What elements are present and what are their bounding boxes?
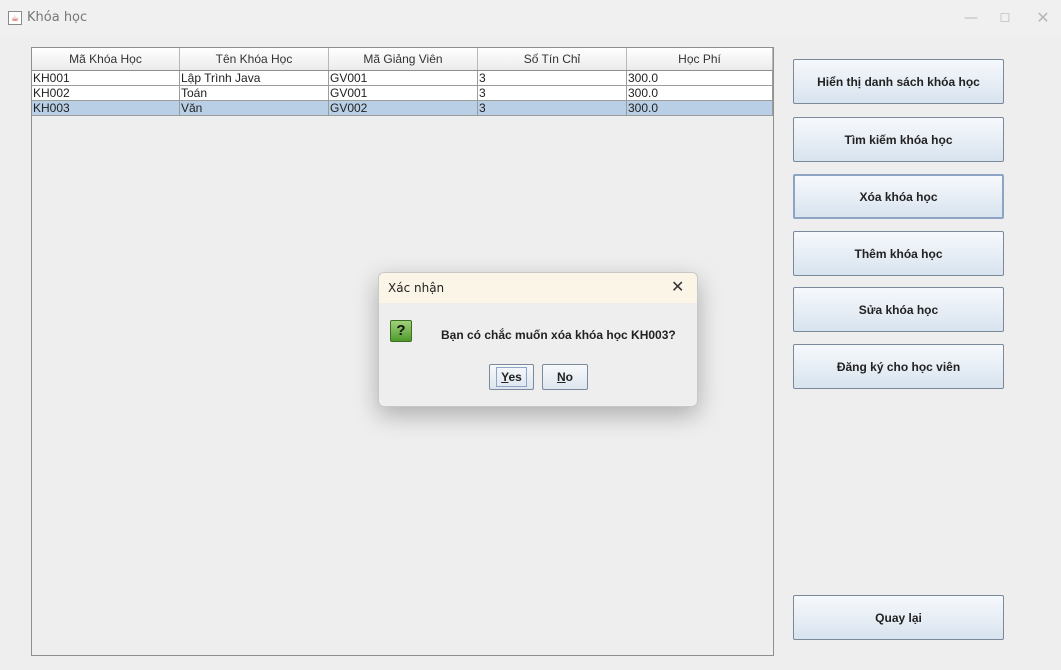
maximize-button[interactable]: ☐ (990, 6, 1020, 30)
table-row[interactable]: KH001 Lập Trình Java GV001 3 300.0 (32, 71, 773, 86)
column-header-fee[interactable]: Học Phí (627, 48, 773, 70)
yes-button-label: Yes (496, 367, 527, 387)
table-cell: 300.0 (627, 71, 773, 86)
back-button[interactable]: Quay lại (793, 595, 1004, 640)
column-header-credits[interactable]: Số Tín Chỉ (478, 48, 627, 70)
edit-course-button[interactable]: Sửa khóa học (793, 287, 1004, 332)
table-cell: Lập Trình Java (180, 71, 329, 86)
table-cell: 3 (478, 101, 627, 116)
table-row[interactable]: KH002 Toán GV001 3 300.0 (32, 86, 773, 101)
minimize-button[interactable]: — (956, 6, 986, 30)
dialog-close-icon[interactable]: ✕ (671, 277, 684, 296)
table-cell: 3 (478, 86, 627, 101)
table-cell: Văn (180, 101, 329, 116)
table-body: KH001 Lập Trình Java GV001 3 300.0 KH002… (32, 71, 773, 116)
java-app-icon: ☕ (8, 11, 22, 25)
table-header: Mã Khóa Học Tên Khóa Học Mã Giảng Viên S… (32, 48, 773, 71)
table-cell: Toán (180, 86, 329, 101)
yes-button[interactable]: Yes (489, 364, 534, 390)
question-icon: ? (390, 320, 412, 342)
main-window: ☕ Khóa học — ☐ ✕ Mã Khóa Học Tên Khóa Họ… (0, 0, 1061, 670)
column-header-course-name[interactable]: Tên Khóa Học (180, 48, 329, 70)
no-mnemonic: N (556, 370, 566, 384)
yes-label-rest: es (508, 370, 522, 384)
table-cell: KH003 (32, 101, 180, 116)
table-row-selected[interactable]: KH003 Văn GV002 3 300.0 (32, 101, 773, 116)
column-header-lecturer-id[interactable]: Mã Giảng Viên (329, 48, 478, 70)
table-cell: KH001 (32, 71, 180, 86)
delete-course-button[interactable]: Xóa khóa học (793, 174, 1004, 219)
column-header-course-id[interactable]: Mã Khóa Học (32, 48, 180, 70)
window-title: Khóa học (27, 10, 88, 25)
title-bar: ☕ Khóa học — ☐ ✕ (0, 0, 1061, 36)
add-course-button[interactable]: Thêm khóa học (793, 231, 1004, 276)
show-course-list-button[interactable]: Hiển thị danh sách khóa học (793, 59, 1004, 104)
table-cell: GV001 (329, 71, 478, 86)
table-cell: 300.0 (627, 86, 773, 101)
dialog-message: Bạn có chắc muốn xóa khóa học KH003? (441, 328, 676, 342)
table-cell: KH002 (32, 86, 180, 101)
confirm-dialog: Xác nhận ✕ ? Bạn có chắc muốn xóa khóa h… (378, 272, 698, 407)
dialog-title: Xác nhận (388, 281, 445, 295)
no-button[interactable]: No (542, 364, 588, 390)
no-label-rest: o (565, 370, 573, 384)
search-course-button[interactable]: Tìm kiếm khóa học (793, 117, 1004, 162)
close-button[interactable]: ✕ (1028, 6, 1058, 30)
register-student-button[interactable]: Đăng ký cho học viên (793, 344, 1004, 389)
table-cell: GV001 (329, 86, 478, 101)
table-cell: 3 (478, 71, 627, 86)
table-cell: 300.0 (627, 101, 773, 116)
table-cell: GV002 (329, 101, 478, 116)
dialog-title-bar[interactable]: Xác nhận ✕ (379, 273, 697, 303)
